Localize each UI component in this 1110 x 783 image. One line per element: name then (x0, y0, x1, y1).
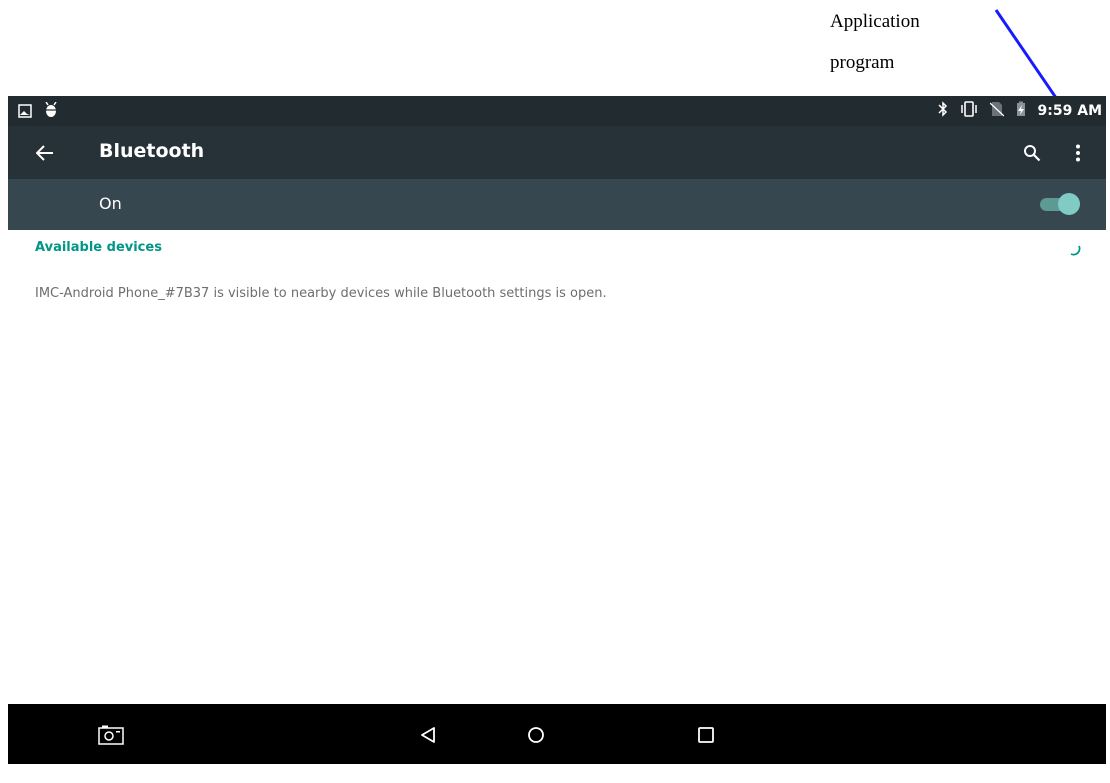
bluetooth-icon (938, 101, 948, 121)
screenshot-icon (98, 725, 124, 745)
page-title: Bluetooth (99, 140, 205, 162)
annotation-line-2: program (830, 52, 895, 73)
status-time: 9:59 AM (1037, 103, 1102, 119)
back-button[interactable] (30, 138, 60, 168)
more-vert-icon (1076, 144, 1080, 162)
screenshot-button[interactable] (96, 720, 126, 750)
battery-charging-icon (1016, 101, 1026, 121)
nav-recents-button[interactable] (691, 720, 721, 750)
vibrate-icon (960, 101, 978, 121)
navigation-bar (8, 704, 1106, 764)
app-bar: Bluetooth (8, 126, 1106, 179)
nav-recents-icon (698, 727, 714, 743)
arrow-back-icon (36, 145, 53, 161)
visibility-info-text: IMC-Android Phone_#7B37 is visible to ne… (35, 286, 607, 301)
annotation-line-1: Application (830, 11, 920, 32)
toggle-thumb (1058, 193, 1080, 215)
nav-home-icon (528, 727, 544, 743)
progress-spinner-icon (1070, 245, 1081, 256)
search-icon (1024, 145, 1041, 162)
android-debug-icon (44, 101, 58, 122)
nav-back-button[interactable] (413, 720, 443, 750)
search-button[interactable] (1018, 139, 1046, 167)
bluetooth-toggle[interactable] (1038, 192, 1080, 216)
available-devices-header: Available devices (35, 240, 162, 255)
gallery-notification-icon (18, 103, 32, 122)
nav-back-icon (421, 727, 435, 743)
bluetooth-switch-bar[interactable]: On (8, 179, 1106, 230)
no-sim-icon (989, 101, 1004, 121)
screen: Application program 9:59 AM Bluetooth On… (0, 0, 1110, 783)
nav-home-button[interactable] (521, 720, 551, 750)
overflow-menu-button[interactable] (1064, 139, 1092, 167)
status-bar: 9:59 AM (8, 96, 1106, 126)
switch-label: On (99, 194, 122, 213)
